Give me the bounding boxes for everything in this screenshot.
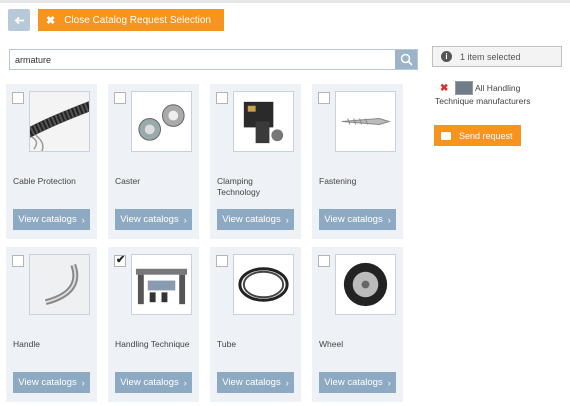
view-catalogs-button[interactable]: View catalogs ›: [319, 209, 396, 230]
chevron-right-icon: ›: [183, 214, 187, 225]
back-button[interactable]: [8, 9, 30, 31]
select-checkbox[interactable]: [318, 92, 330, 104]
clamping-technology-image: [234, 92, 293, 151]
category-card: Cable Protection View catalogs ›: [6, 84, 97, 239]
view-catalogs-button[interactable]: View catalogs ›: [319, 372, 396, 393]
selection-count: 1 item selected: [460, 51, 521, 62]
chevron-right-icon: ›: [387, 214, 391, 225]
chevron-right-icon: ›: [285, 214, 289, 225]
select-checkbox[interactable]: [12, 255, 24, 267]
category-card: Tube View catalogs ›: [210, 247, 301, 402]
category-card: Clamping Technology View catalogs ›: [210, 84, 301, 239]
category-label: Fastening: [319, 176, 357, 186]
close-catalog-request-button[interactable]: ✖ Close Catalog Request Selection: [38, 9, 224, 31]
search-input[interactable]: [10, 50, 396, 69]
wheel-image: [336, 255, 395, 314]
info-icon: i: [441, 51, 452, 62]
chevron-right-icon: ›: [81, 214, 85, 225]
top-divider: [0, 0, 570, 3]
selected-item-label: All Handling Technique manufacturers: [435, 83, 531, 106]
cable-protection-image: [30, 92, 89, 151]
handle-image: [30, 255, 89, 314]
send-request-label: Send request: [459, 130, 513, 141]
caster-image: [132, 92, 191, 151]
view-catalogs-button[interactable]: View catalogs ›: [217, 209, 294, 230]
product-image: [335, 91, 396, 152]
search-icon: [400, 53, 413, 66]
fastening-image: [336, 92, 395, 151]
select-checkbox[interactable]: [216, 92, 228, 104]
chevron-right-icon: ›: [81, 377, 85, 388]
handling-technique-image: [132, 255, 191, 314]
view-catalogs-button[interactable]: View catalogs ›: [13, 209, 90, 230]
product-image: [335, 254, 396, 315]
chevron-right-icon: ›: [285, 377, 289, 388]
envelope-icon: [441, 131, 451, 140]
category-label: Cable Protection: [13, 176, 76, 186]
select-checkbox[interactable]: [216, 255, 228, 267]
close-catalog-request-label: Close Catalog Request Selection: [64, 14, 211, 26]
selection-summary: i 1 item selected: [432, 46, 562, 67]
category-card: Wheel View catalogs ›: [312, 247, 403, 402]
category-label: Tube: [217, 339, 237, 349]
category-label: Caster: [115, 176, 141, 186]
search-button[interactable]: [395, 50, 417, 69]
view-catalogs-button[interactable]: View catalogs ›: [115, 372, 192, 393]
product-image: [233, 91, 294, 152]
category-card: Handle View catalogs ›: [6, 247, 97, 402]
select-checkbox[interactable]: [318, 255, 330, 267]
checkmark-icon: ✔: [116, 254, 126, 266]
view-catalogs-button[interactable]: View catalogs ›: [217, 372, 294, 393]
category-label: Handling Technique: [115, 339, 190, 349]
close-icon: ✖: [46, 14, 56, 27]
view-catalogs-button[interactable]: View catalogs ›: [115, 209, 192, 230]
category-card: Caster View catalogs ›: [108, 84, 199, 239]
product-image: [131, 254, 192, 315]
category-label: Handle: [13, 339, 40, 349]
view-catalogs-button[interactable]: View catalogs ›: [13, 372, 90, 393]
product-image: [131, 91, 192, 152]
category-label: Wheel: [319, 339, 344, 349]
select-checkbox[interactable]: ✔: [114, 254, 126, 267]
category-card: Fastening View catalogs ›: [312, 84, 403, 239]
arrow-left-icon: [14, 16, 24, 24]
chevron-right-icon: ›: [387, 377, 391, 388]
search-bar: [9, 49, 418, 70]
category-label: Clamping Technology: [217, 176, 261, 197]
category-card: ✔ Handling Technique View catalogs ›: [108, 247, 199, 402]
product-image: [29, 91, 90, 152]
product-image: [233, 254, 294, 315]
send-request-button[interactable]: Send request: [434, 125, 521, 146]
select-checkbox[interactable]: [114, 92, 126, 104]
chevron-right-icon: ›: [183, 377, 187, 388]
tube-image: [234, 255, 293, 314]
select-checkbox[interactable]: [12, 92, 24, 104]
product-image: [29, 254, 90, 315]
